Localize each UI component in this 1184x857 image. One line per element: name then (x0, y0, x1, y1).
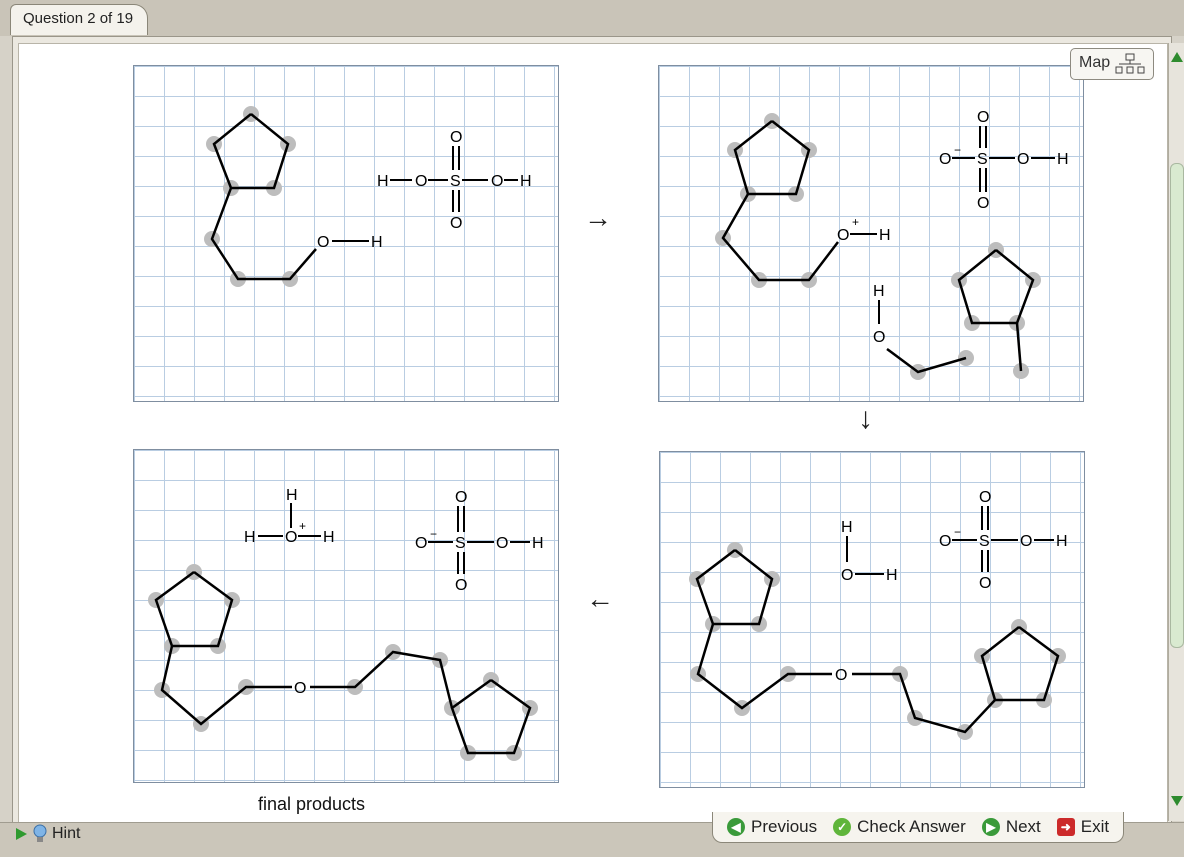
charge-minus: − (430, 527, 437, 541)
atom-o: O (977, 109, 989, 126)
atom-o: O (873, 329, 885, 346)
mechanism-panel-2[interactable]: O + H H O S O O O − O H (658, 65, 1084, 402)
atom-s: S (979, 533, 990, 550)
atom-o: O (1017, 151, 1029, 168)
arrow-left: ← (586, 583, 614, 614)
atom-h: H (841, 519, 853, 536)
check-icon: ✓ (833, 818, 852, 836)
navigation-controls: ◀ Previous ✓ Check Answer ▶ Next ➜ Exit (712, 812, 1125, 843)
arrow-right: → (584, 202, 612, 233)
mechanism-panel-1[interactable]: O H S O O O O H H (133, 65, 559, 402)
next-button[interactable]: ▶ Next (981, 817, 1041, 837)
previous-label: Previous (751, 817, 818, 836)
atom-o: O (317, 234, 329, 251)
atom-o: O (415, 173, 427, 190)
atom-h: H (520, 173, 532, 190)
hint-button[interactable]: Hint (14, 824, 80, 844)
atom-h: H (323, 529, 335, 546)
next-label: Next (1005, 817, 1041, 836)
atom-o: O (979, 575, 991, 592)
panel-3-structures: O H O H S O O O − O H (689, 489, 1068, 740)
charge-plus: + (852, 215, 859, 229)
atom-o: O (294, 680, 306, 697)
scroll-down-icon[interactable] (1170, 795, 1184, 807)
charge-minus: − (954, 143, 961, 157)
atom-o: O (450, 215, 462, 232)
atom-h: H (377, 173, 389, 190)
arrow-down: ↓ (858, 402, 873, 435)
atom-o: O (455, 489, 467, 506)
atom-h: H (1057, 151, 1069, 168)
atom-h: H (1056, 533, 1068, 550)
next-icon: ▶ (981, 818, 1000, 836)
atom-o: O (977, 195, 989, 212)
atom-o: O (939, 533, 951, 550)
lightbulb-icon (33, 824, 47, 842)
atom-o: O (835, 667, 847, 684)
panel-1-structures: O H S O O O O H H (204, 106, 532, 287)
atom-s: S (450, 173, 461, 190)
tab-bar: Question 2 of 19 (0, 0, 1184, 36)
charge-minus: − (954, 525, 961, 539)
charge-plus: + (299, 519, 306, 533)
check-answer-button[interactable]: ✓ Check Answer (833, 817, 966, 837)
mechanism-panel-3[interactable]: O H O H S O O O − O H (659, 451, 1085, 788)
map-button[interactable]: Map (1070, 48, 1154, 80)
hint-label: Hint (52, 825, 81, 842)
atom-o: O (491, 173, 503, 190)
atom-o: O (979, 489, 991, 506)
atom-s: S (455, 535, 466, 552)
atom-o: O (455, 577, 467, 594)
atom-h: H (371, 234, 383, 251)
atom-s: S (977, 151, 988, 168)
previous-button[interactable]: ◀ Previous (727, 817, 817, 837)
map-tree-icon (1115, 53, 1145, 74)
atom-h: H (286, 487, 298, 504)
play-icon (16, 828, 27, 840)
atom-o: O (939, 151, 951, 168)
scroll-up-icon[interactable] (1170, 51, 1184, 63)
panel-2-structures: O + H H O S O O O − O H (715, 109, 1069, 380)
atom-h: H (886, 567, 898, 584)
atom-h: H (244, 529, 256, 546)
atom-h: H (879, 227, 891, 244)
previous-icon: ◀ (727, 818, 745, 836)
atom-o: O (285, 529, 297, 546)
atom-o: O (841, 567, 853, 584)
atom-o: O (496, 535, 508, 552)
question-tab[interactable]: Question 2 of 19 (10, 4, 149, 35)
atom-o: O (450, 129, 462, 146)
atom-o: O (837, 227, 849, 244)
final-products-caption: final products (258, 794, 366, 814)
atom-h: H (532, 535, 544, 552)
atom-o: O (415, 535, 427, 552)
exit-label: Exit (1080, 817, 1110, 836)
atom-o: O (1020, 533, 1032, 550)
scroll-thumb[interactable] (1170, 163, 1184, 648)
exit-button[interactable]: ➜ Exit (1056, 817, 1110, 837)
mechanism-panel-final[interactable]: O H H O + H S O O O − O H (133, 449, 559, 783)
panel-final-structures: O H H O + H S O O O − O H (148, 487, 544, 761)
check-answer-label: Check Answer (857, 817, 966, 836)
map-label: Map (1079, 54, 1111, 71)
atom-h: H (873, 283, 885, 300)
exit-icon: ➜ (1056, 818, 1075, 836)
vertical-scrollbar[interactable] (1168, 43, 1184, 821)
